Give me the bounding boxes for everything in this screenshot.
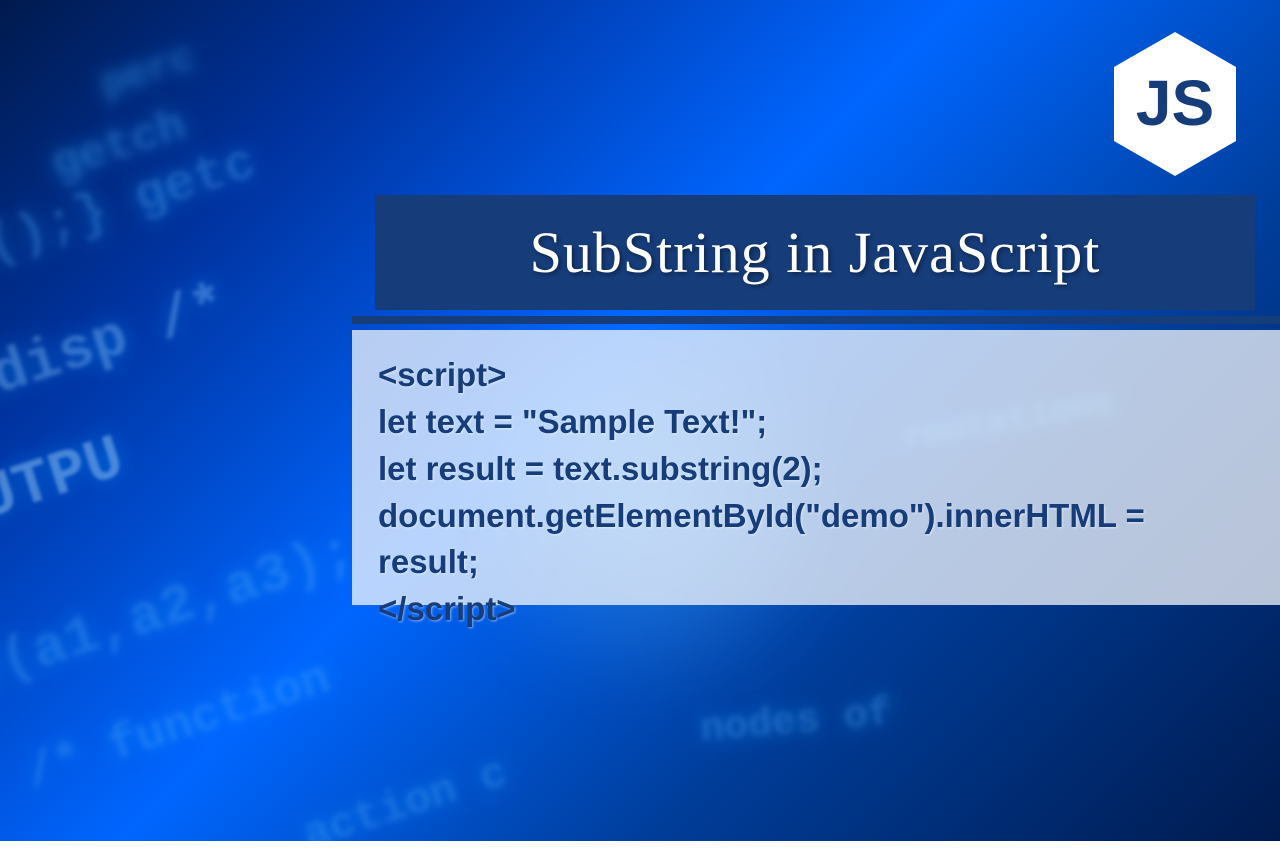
bg-code-text: perc: [95, 36, 200, 108]
bg-code-text: action c: [297, 749, 513, 853]
page-title: SubString in JavaScript: [530, 219, 1101, 286]
code-line: let text = "Sample Text!";: [378, 399, 1254, 446]
bg-code-text: nodes of: [698, 692, 893, 754]
js-logo: JS: [1110, 30, 1240, 178]
bottom-border: [0, 841, 1280, 853]
code-line: <script>: [378, 352, 1254, 399]
bg-code-text: OUTPU: [0, 423, 132, 548]
title-underline: [352, 316, 1280, 324]
logo-text: JS: [1136, 67, 1214, 139]
code-line: document.getElementById("demo").innerHTM…: [378, 493, 1254, 587]
code-line: </script>: [378, 586, 1254, 633]
bg-code-text: //disp /*: [0, 273, 236, 432]
code-snippet-box: <script> let text = "Sample Text!"; let …: [352, 330, 1280, 605]
hexagon-logo-icon: JS: [1110, 30, 1240, 178]
title-bar: SubString in JavaScript: [375, 195, 1255, 310]
code-line: let result = text.substring(2);: [378, 446, 1254, 493]
